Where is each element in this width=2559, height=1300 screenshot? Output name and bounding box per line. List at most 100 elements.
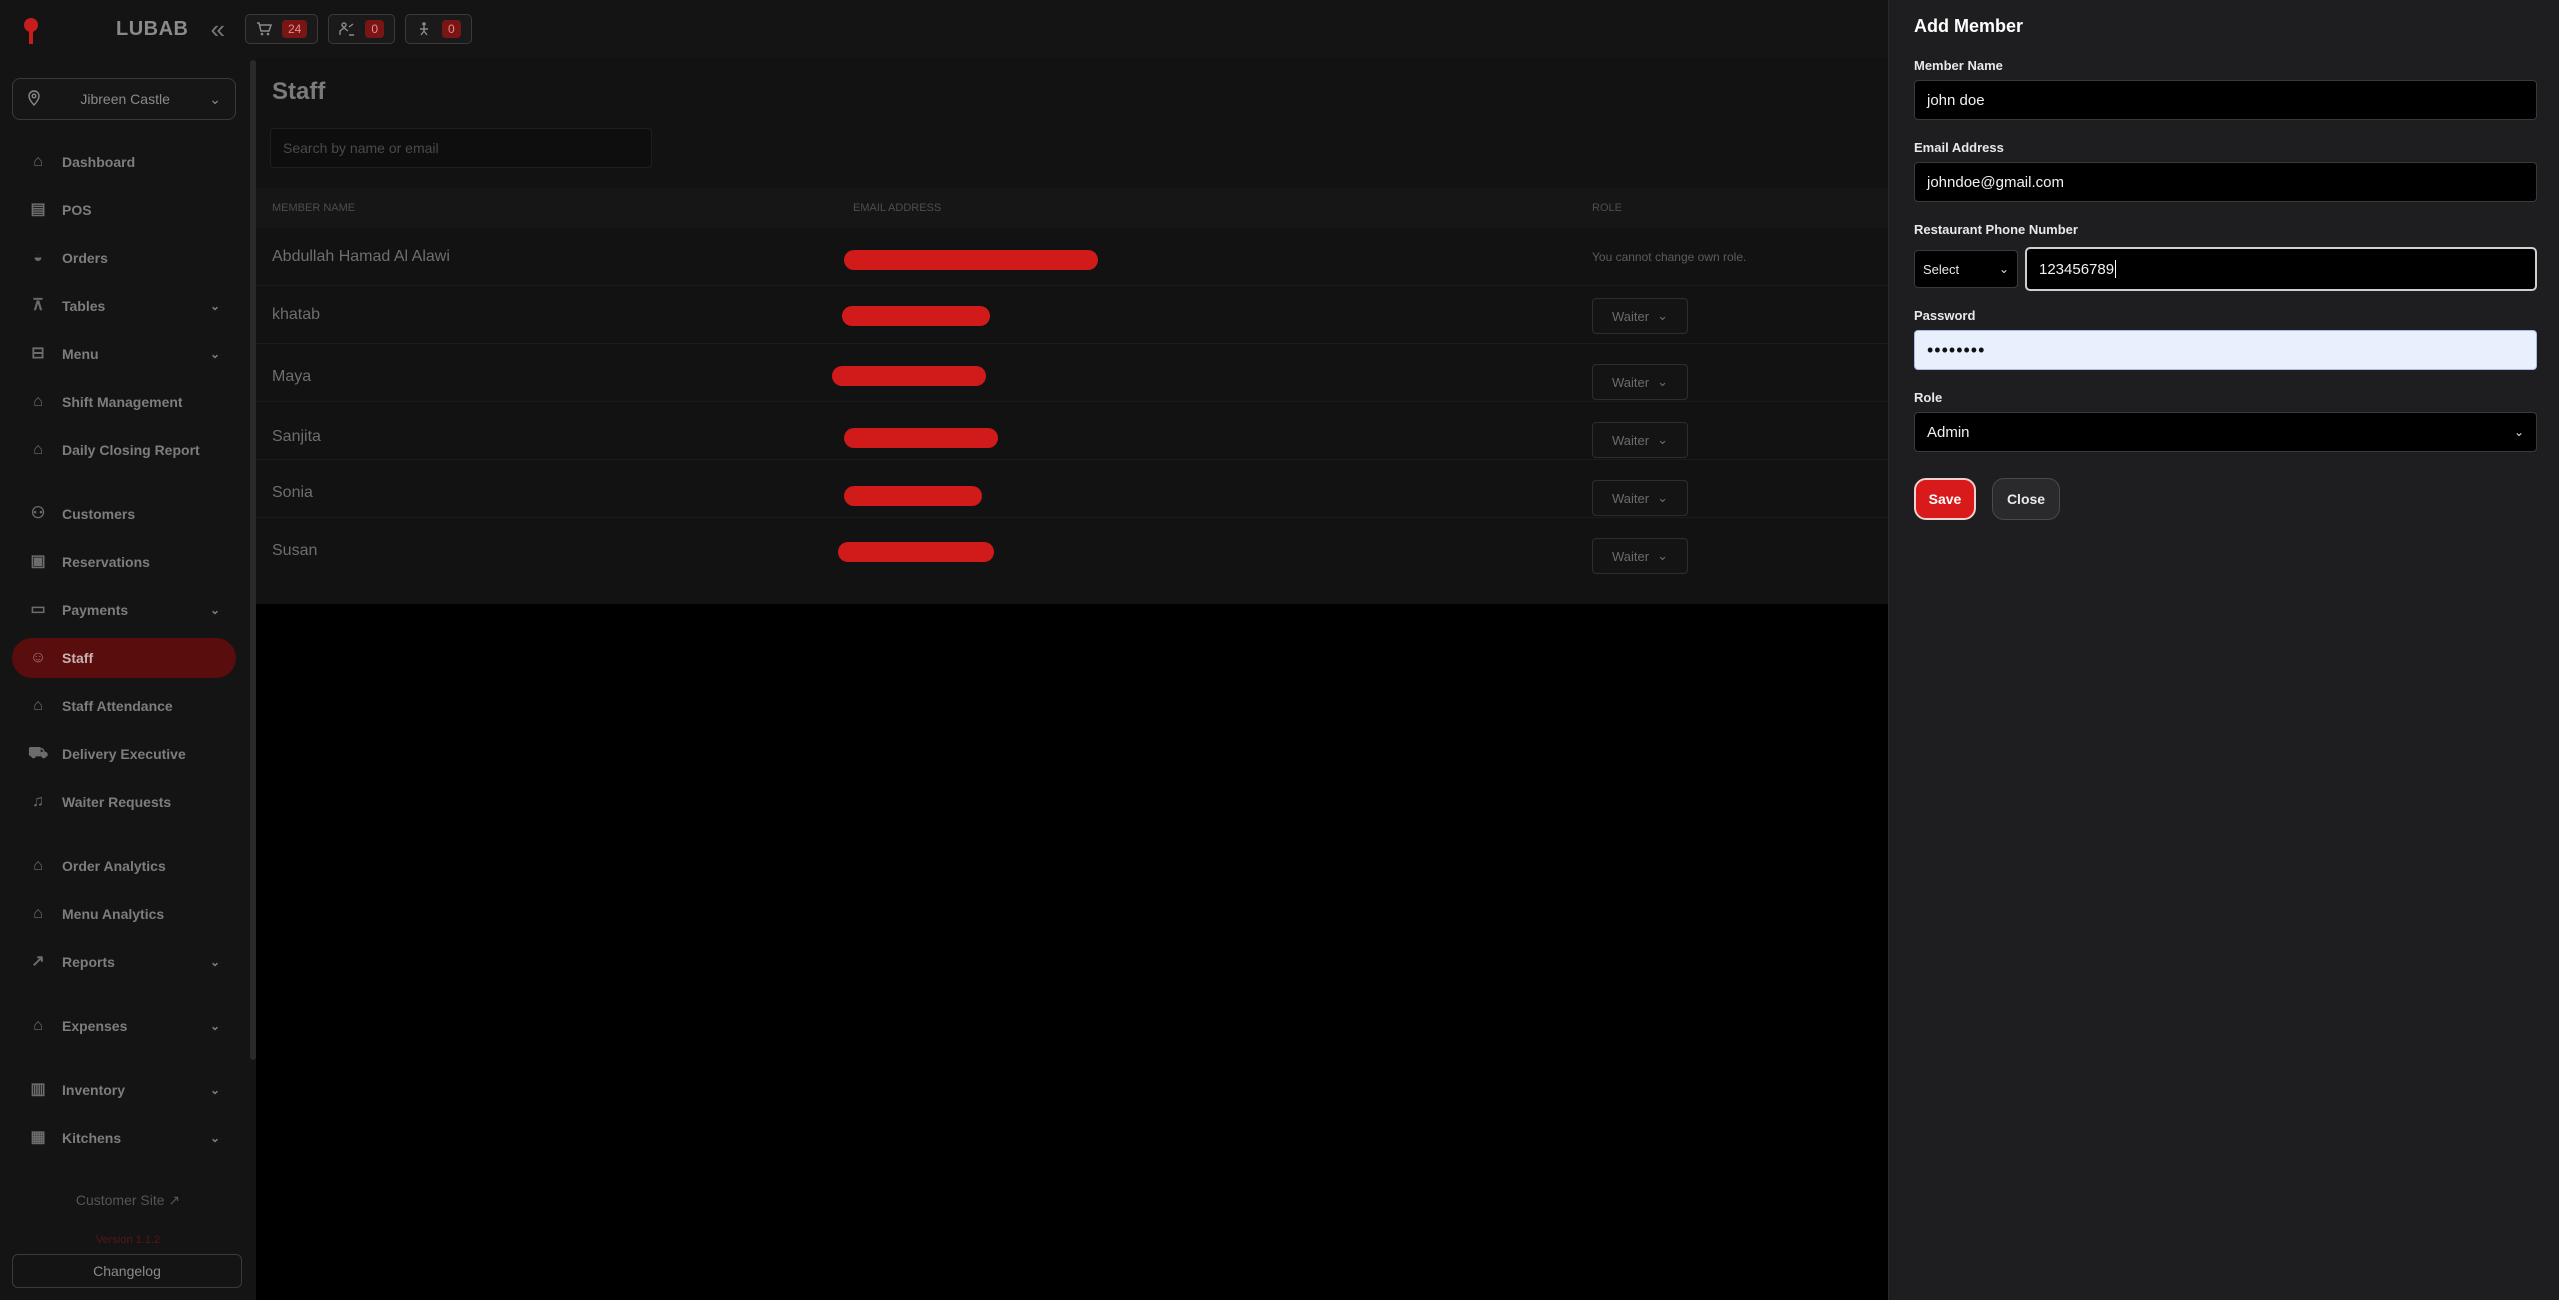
- member-name-value: john doe: [1927, 91, 1985, 109]
- sidebar-item-reports[interactable]: ↗ Reports ⌄: [12, 942, 236, 982]
- member-name: khatab: [272, 306, 321, 323]
- redaction-scribble: [832, 366, 986, 386]
- role-select[interactable]: Waiter ⌄: [1592, 480, 1688, 516]
- sidebar-item-label: Reports: [62, 954, 115, 970]
- sidebar-item-staff[interactable]: ☺ Staff: [12, 638, 236, 678]
- role-select-label: Waiter: [1612, 374, 1650, 390]
- close-button[interactable]: Close: [1992, 478, 2060, 520]
- delivery-counter-button[interactable]: 0: [405, 14, 472, 44]
- sidebar-item-label: Waiter Requests: [62, 794, 172, 810]
- sidebar-item-label: Reservations: [62, 554, 150, 570]
- external-link-icon: ↗: [168, 1192, 181, 1208]
- member-name: Susan: [272, 542, 318, 559]
- chevron-down-icon: ⌄: [209, 90, 221, 107]
- sidebar-item-kitchens[interactable]: ▦ Kitchens ⌄: [12, 1118, 236, 1158]
- changelog-button[interactable]: Changelog: [12, 1254, 242, 1288]
- sidebar-item-menu-analytics[interactable]: ⌂ Menu Analytics: [12, 894, 236, 934]
- save-button[interactable]: Save: [1914, 478, 1976, 520]
- role-select[interactable]: Admin ⌄: [1914, 412, 2537, 452]
- chevron-down-icon: ⌄: [1657, 432, 1668, 447]
- role-select[interactable]: Waiter ⌄: [1592, 422, 1688, 458]
- sidebar-item-order-analytics[interactable]: ⌂ Order Analytics: [12, 846, 236, 886]
- sidebar-item-label: Inventory: [62, 1082, 126, 1098]
- chart-line-icon: ↗: [31, 953, 45, 970]
- customer-site-label: Customer Site: [75, 1192, 165, 1208]
- delivery-count-badge: 0: [442, 20, 461, 38]
- member-name: Maya: [272, 368, 312, 385]
- top-bar: LUBAB « 24 0 0: [0, 0, 1888, 58]
- role-select[interactable]: Waiter ⌄: [1592, 298, 1688, 334]
- sidebar-item-expenses[interactable]: ⌂ Expenses ⌄: [12, 1006, 236, 1046]
- double-chevron-left-icon[interactable]: «: [211, 14, 225, 45]
- email-value: johndoe@gmail.com: [1927, 173, 2064, 191]
- member-name: Sonia: [272, 484, 313, 501]
- logo[interactable]: [16, 14, 46, 44]
- home-icon: ⌂: [33, 441, 43, 458]
- sidebar-item-label: Shift Management: [62, 394, 183, 410]
- sidebar-item-tables[interactable]: ⊼ Tables ⌄: [12, 286, 236, 326]
- chevron-down-icon: ⌄: [209, 347, 220, 361]
- redaction-scribble: [844, 250, 1098, 270]
- password-value: ••••••••: [1927, 339, 1986, 360]
- chevron-down-icon: ⌄: [1657, 374, 1668, 389]
- chevron-down-icon: ⌄: [209, 1131, 220, 1145]
- chevron-down-icon: ⌄: [209, 1019, 220, 1033]
- sidebar-item-reservations[interactable]: ▣ Reservations: [12, 542, 236, 582]
- sidebar-item-dashboard[interactable]: ⌂ Dashboard: [12, 142, 236, 182]
- table-header: MEMBER NAME EMAIL ADDRESS ROLE: [256, 188, 1888, 228]
- tables-icon: ⊼: [32, 297, 44, 314]
- cart-count-badge: 24: [281, 20, 308, 38]
- role-note: You cannot change own role.: [1592, 250, 1747, 264]
- waiter-counter-button[interactable]: 0: [328, 14, 396, 44]
- member-name-field[interactable]: john doe: [1914, 80, 2537, 120]
- phone-value: 123456789: [2039, 260, 2115, 278]
- inventory-icon: ▥: [30, 1081, 46, 1098]
- table-row: Sanjita Waiter ⌄: [256, 402, 1888, 460]
- sidebar-item-label: Dashboard: [62, 154, 136, 170]
- role-select[interactable]: Waiter ⌄: [1592, 364, 1688, 400]
- chevron-down-icon: ⌄: [1657, 308, 1668, 323]
- chevron-down-icon: ⌄: [1657, 548, 1668, 563]
- chevron-down-icon: ⌄: [209, 1083, 220, 1097]
- column-header-name: MEMBER NAME: [272, 202, 356, 214]
- sidebar-item-label: Kitchens: [62, 1130, 122, 1146]
- sidebar-item-orders[interactable]: ◒ Orders: [12, 238, 236, 278]
- sidebar: Jibreen Castle ⌄ ⌂ Dashboard ▤ POS ◒ Ord…: [0, 58, 256, 1300]
- sidebar-item-customers[interactable]: ⚇ Customers: [12, 494, 236, 534]
- cart-counter-button[interactable]: 24: [244, 14, 319, 44]
- member-name-label: Member Name: [1914, 58, 2003, 73]
- location-pin-icon: [27, 89, 41, 109]
- email-field[interactable]: johndoe@gmail.com: [1914, 162, 2537, 202]
- redaction-scribble: [842, 306, 990, 326]
- sidebar-item-label: Menu Analytics: [62, 906, 165, 922]
- sidebar-item-payments[interactable]: ▭ Payments ⌄: [12, 590, 236, 630]
- role-select[interactable]: Waiter ⌄: [1592, 538, 1688, 574]
- location-select[interactable]: Jibreen Castle ⌄: [12, 78, 236, 120]
- phone-code-select[interactable]: Select ⌄: [1914, 250, 2018, 288]
- chevron-down-icon: ⌄: [1998, 262, 2009, 276]
- page-title: Staff: [272, 78, 326, 105]
- pos-icon: ▤: [30, 201, 46, 218]
- phone-code-value: Select: [1923, 261, 1960, 277]
- sidebar-item-staff-attendance[interactable]: ⌂ Staff Attendance: [12, 686, 236, 726]
- search-input[interactable]: [270, 128, 652, 168]
- customer-site-link[interactable]: Customer Site ↗: [0, 1192, 256, 1209]
- member-name: Abdullah Hamad Al Alawi: [272, 248, 450, 265]
- bell-icon: ♫: [32, 793, 44, 810]
- sidebar-item-shift-management[interactable]: ⌂ Shift Management: [12, 382, 236, 422]
- sidebar-item-menu[interactable]: ⊟ Menu ⌄: [12, 334, 236, 374]
- sidebar-item-daily-closing-report[interactable]: ⌂ Daily Closing Report: [12, 430, 236, 470]
- orders-icon: ◒: [33, 249, 43, 266]
- home-icon: ⌂: [33, 697, 43, 714]
- drawer-title: Add Member: [1914, 16, 2024, 36]
- sidebar-item-delivery-executive[interactable]: ⛟ Delivery Executive: [12, 734, 236, 774]
- sidebar-item-waiter-requests[interactable]: ♫ Waiter Requests: [12, 782, 236, 822]
- counters: 24 0 0: [244, 14, 472, 44]
- sidebar-item-pos[interactable]: ▤ POS: [12, 190, 236, 230]
- column-header-email: EMAIL ADDRESS: [853, 202, 942, 214]
- email-label: Email Address: [1914, 140, 2004, 155]
- sidebar-item-inventory[interactable]: ▥ Inventory ⌄: [12, 1070, 236, 1110]
- password-field[interactable]: ••••••••: [1914, 330, 2537, 370]
- version-label: Version 1.1.2: [95, 1234, 161, 1246]
- phone-field[interactable]: 123456789: [2025, 247, 2537, 291]
